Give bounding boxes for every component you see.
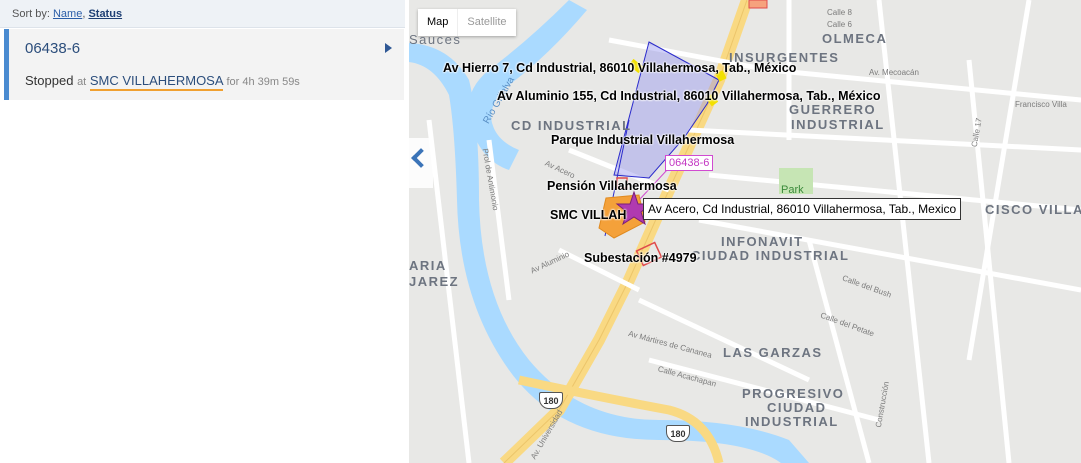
map-type-satellite-button[interactable]: Satellite: [457, 9, 515, 36]
area-label: CISCO VILLA: [985, 202, 1081, 217]
geofence-label: Parque Industrial Villahermosa: [551, 133, 735, 147]
park-label: Park: [781, 184, 804, 196]
stop-duration: for 4h 39m 59s: [226, 76, 300, 88]
vehicle-status-line: Stopped at SMC VILLAHERMOSA for 4h 39m 5…: [25, 73, 300, 91]
street-label: Calle 8: [827, 8, 852, 17]
vehicle-location-link[interactable]: SMC VILLAHERMOSA: [89, 73, 223, 91]
area-label: ARIA: [409, 258, 447, 273]
area-label: CIUDAD INDUSTRIAL: [691, 248, 850, 263]
chevron-left-icon: [411, 148, 431, 168]
area-label: LAS GARZAS: [723, 345, 823, 360]
area-label: OLMECA: [822, 31, 888, 46]
geofence-label: Av Hierro 7, Cd Industrial, 86010 Villah…: [443, 61, 797, 75]
vehicle-list-panel: Sort by: Name, Status 06438-6 Stopped at…: [0, 0, 405, 463]
vehicle-state: Stopped: [25, 73, 74, 88]
street-label: Francisco Villa: [1015, 100, 1067, 109]
collapse-panel-button[interactable]: [409, 138, 433, 188]
area-label: PROGRESIVO: [742, 386, 845, 401]
sort-bar: Sort by: Name, Status: [0, 0, 405, 28]
area-label: INDUSTRIAL: [745, 414, 839, 429]
sort-by-status-link[interactable]: Status: [88, 8, 122, 20]
geofence-label: Av Aluminio 155, Cd Industrial, 86010 Vi…: [497, 89, 881, 103]
area-label: GUERRERO: [789, 102, 877, 117]
area-label: INFONAVIT: [721, 234, 804, 249]
area-label: Sauces: [409, 32, 462, 47]
area-label: CIUDAD: [767, 400, 827, 415]
geofence-label: Pensión Villahermosa: [547, 179, 677, 193]
vehicle-marker-tag[interactable]: 06438-6: [665, 155, 714, 171]
sort-by-name-link[interactable]: Name: [53, 8, 82, 20]
area-label: CD INDUSTRIAL: [511, 118, 632, 133]
highway-shield-icon: 180: [666, 425, 690, 442]
geofence-label: Subestación #4979: [584, 251, 697, 265]
vehicle-id: 06438-6: [25, 40, 81, 57]
area-label: JAREZ: [409, 274, 460, 289]
vehicle-card[interactable]: 06438-6 Stopped at SMC VILLAHERMOSA for …: [4, 29, 404, 100]
expand-arrow-icon[interactable]: [385, 43, 392, 53]
highway-shield-icon: 180: [539, 392, 563, 409]
geofence-label: SMC VILLAH: [550, 208, 627, 222]
area-label: INDUSTRIAL: [791, 117, 885, 132]
street-label: Calle 6: [827, 20, 852, 29]
map-view[interactable]: Map Satellite Sauces INSURGENTES OLMECA …: [409, 0, 1081, 463]
sort-prefix: Sort by:: [12, 8, 50, 20]
street-label: Av. Mecoacán: [869, 68, 919, 77]
location-tooltip: Av Acero, Cd Industrial, 86010 Villaherm…: [643, 198, 962, 220]
